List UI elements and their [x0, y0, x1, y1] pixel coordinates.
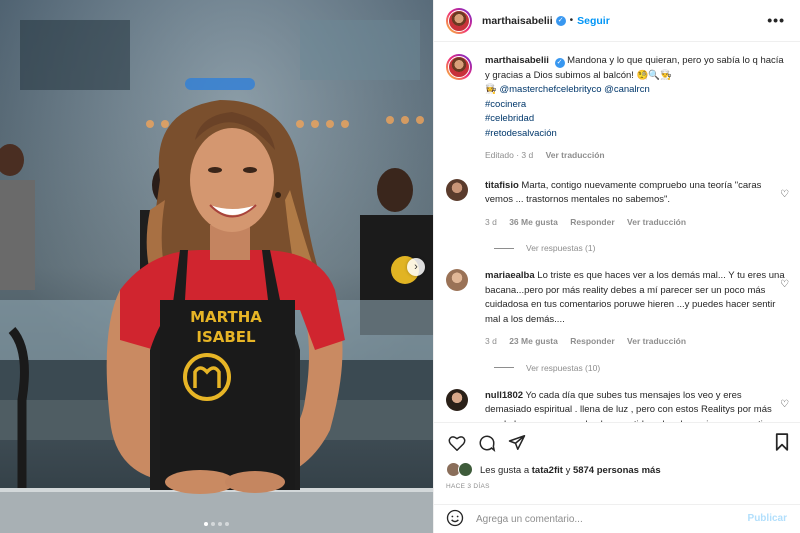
- comment-likes[interactable]: 23 Me gusta: [509, 336, 558, 346]
- liker-avatar: [458, 462, 473, 477]
- share-icon[interactable]: [506, 432, 528, 454]
- likers-avatars: [446, 462, 476, 478]
- comment-text: Marta, contigo nuevamente compruebo una …: [485, 179, 762, 206]
- comment-body: mariaealba Lo triste es que haces ver a …: [485, 269, 785, 349]
- caption-meta: Editado · 3 d Ver traducción: [485, 148, 785, 163]
- comment-avatar[interactable]: [446, 178, 468, 201]
- comment-like-icon[interactable]: ♡: [780, 399, 789, 410]
- comment-text: Yo cada día que subes tus mensajes los v…: [485, 389, 779, 423]
- apron-name-1: MARTHA: [190, 308, 262, 326]
- caption-avatar[interactable]: [446, 54, 472, 80]
- comment-likes[interactable]: 36 Me gusta: [509, 217, 558, 227]
- slide-dot: [218, 522, 222, 526]
- replies-divider: [494, 367, 514, 368]
- view-replies-label[interactable]: Ver respuestas (1): [526, 243, 595, 253]
- heart-icon[interactable]: [446, 432, 468, 454]
- comment-username[interactable]: titafisio: [485, 180, 519, 191]
- comment-item: null1802 Yo cada día que subes tus mensa…: [446, 388, 789, 423]
- action-bar: [434, 422, 800, 462]
- emoji-icon[interactable]: [446, 509, 464, 530]
- post-viewer: MARTHA ISABEL › marthaisabelii ✓ • Segui…: [0, 0, 800, 533]
- post-date: HACE 3 DÍAS: [446, 483, 490, 490]
- more-options-button[interactable]: •••: [767, 12, 785, 28]
- post-side-panel: marthaisabelii ✓ • Seguir ••• marthaisab…: [433, 0, 800, 533]
- slide-indicator: [0, 522, 433, 526]
- publish-button[interactable]: Publicar: [748, 513, 787, 524]
- likes-prefix: Les gusta a: [480, 464, 530, 476]
- comment-time: 3 d: [485, 336, 497, 346]
- comment-body: titafisio Marta, contigo nuevamente comp…: [485, 179, 785, 230]
- post-photo[interactable]: MARTHA ISABEL ›: [0, 0, 433, 533]
- hashtag-cocinera[interactable]: #cocinera: [485, 99, 526, 110]
- likes-summary: Les gusta a tata2fit y 5874 personas más: [446, 462, 661, 478]
- verified-badge-icon: ✓: [555, 15, 566, 26]
- caption-body: marthaisabelii ✓ Mandona y lo que quiera…: [485, 54, 785, 163]
- author-username[interactable]: marthaisabelii: [482, 15, 553, 27]
- comment-body: null1802 Yo cada día que subes tus mensa…: [485, 389, 785, 423]
- comments-list[interactable]: marthaisabelii ✓ Mandona y lo que quiera…: [434, 42, 800, 422]
- caption-username[interactable]: marthaisabelii: [485, 55, 549, 66]
- post-header: marthaisabelii ✓ • Seguir •••: [434, 0, 800, 42]
- bookmark-icon[interactable]: [775, 433, 789, 454]
- caption-translate-link[interactable]: Ver traducción: [546, 150, 605, 160]
- reply-button[interactable]: Responder: [570, 217, 614, 227]
- chef-photo-illustration: MARTHA ISABEL: [0, 0, 433, 533]
- view-replies-button[interactable]: Ver respuestas (1): [494, 243, 789, 253]
- chevron-right-icon: ›: [414, 261, 418, 273]
- replies-divider: [494, 247, 514, 249]
- slide-dot: [225, 522, 229, 526]
- mention-masterchef[interactable]: @masterchefcelebrityco: [499, 84, 601, 95]
- slide-dot: [211, 522, 215, 526]
- mention-canalrcn[interactable]: @canalrcn: [604, 84, 650, 95]
- comment-item: titafisio Marta, contigo nuevamente comp…: [446, 178, 789, 230]
- translate-link[interactable]: Ver traducción: [627, 336, 686, 346]
- comment-input[interactable]: [476, 513, 726, 525]
- apron-name-2: ISABEL: [196, 328, 256, 346]
- comment-time: 3 d: [485, 216, 497, 227]
- caption-edited: Editado · 3 d: [485, 150, 534, 160]
- reply-button[interactable]: Responder: [570, 336, 614, 346]
- author-avatar[interactable]: [446, 7, 472, 34]
- translate-link[interactable]: Ver traducción: [627, 217, 686, 227]
- comment-username[interactable]: mariaealba: [485, 270, 535, 281]
- slide-dot: [204, 522, 208, 526]
- likes-count[interactable]: 5874 personas más: [573, 465, 661, 476]
- comment-avatar[interactable]: [446, 388, 468, 411]
- hashtag-celebridad[interactable]: #celebridad: [485, 113, 534, 124]
- mention-emoji: 👩‍🍳: [485, 84, 497, 95]
- likes-user[interactable]: tata2fit: [532, 465, 563, 476]
- next-slide-button[interactable]: ›: [407, 258, 425, 276]
- view-replies-button[interactable]: Ver respuestas (10): [494, 363, 789, 373]
- comment-like-icon[interactable]: ♡: [780, 279, 789, 290]
- verified-badge-icon: ✓: [554, 58, 565, 68]
- comment-item: mariaealba Lo triste es que haces ver a …: [446, 269, 789, 349]
- comment-avatar[interactable]: [446, 269, 468, 291]
- comment-meta: 3 d 23 Me gusta Responder Ver traducción: [485, 334, 785, 349]
- comment-icon[interactable]: [476, 432, 498, 454]
- separator: •: [569, 15, 574, 26]
- comment-like-icon[interactable]: ♡: [780, 189, 789, 200]
- add-comment-bar: Publicar: [434, 504, 800, 533]
- follow-button[interactable]: Seguir: [577, 15, 610, 27]
- caption: marthaisabelii ✓ Mandona y lo que quiera…: [446, 54, 789, 163]
- view-replies-label[interactable]: Ver respuestas (10): [526, 363, 600, 373]
- hashtag-retodesalvacion[interactable]: #retodesalvación: [485, 128, 557, 139]
- comment-meta: 3 d 36 Me gusta Responder Ver traducción: [485, 215, 785, 230]
- comment-username[interactable]: null1802: [485, 390, 523, 401]
- likes-middle: y: [565, 464, 571, 476]
